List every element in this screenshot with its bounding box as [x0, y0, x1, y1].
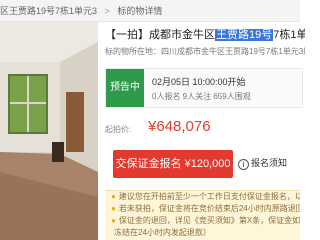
auction-status-panel: 预告中 02月05日 10:00:00开始 0人报名 9人关注 659人围观 — [105, 68, 303, 108]
auction-start-time: 02月05日 10:00:00开始 — [152, 77, 246, 87]
signup-notice-label: 报名须知 — [251, 158, 288, 168]
deposit-signup-button[interactable]: 交保证金报名 ¥120,000 — [113, 150, 233, 178]
notice-line: ● 建议您在开拍前至少一个工作日支付保证金报名，以免 — [105, 191, 300, 203]
title-highlight: 王贾路19号 — [215, 29, 274, 41]
starting-price-label: 起拍价: — [105, 125, 132, 134]
title-suffix: 7栋1单元3层3 — [273, 29, 305, 41]
notice-box: ● 建议您在开拍前至少一个工作日支付保证金报名，以免 ● 若未获拍，保证金将在竞价结… — [105, 190, 300, 240]
breadcrumb-item-detail[interactable]: 标的物详情 — [117, 0, 162, 21]
notice-line: 冻结在24小时内发起退款） — [105, 227, 300, 239]
notice-line: ● 保证金的退回，详见《竞买须知》第X条，保证金如在 — [105, 215, 300, 227]
participation-counts: 0人报名 9人关注 659人围观 — [152, 92, 251, 101]
breadcrumb: 区王贾路19号7栋1单元3 > 标的物详情 — [0, 0, 300, 22]
listing-address: 标的物所在地：四川成都市金牛区王贾路19号7栋1单元3层302号 — [105, 47, 305, 56]
starting-price-value: ¥648,076 — [148, 118, 211, 135]
title-prefix: 【一拍】成都市金牛区 — [105, 29, 215, 41]
bulb-icon: ● — [111, 204, 116, 213]
notice-text: 建议您在开拍前至少一个工作日支付保证金报名，以免 — [118, 192, 300, 201]
room-interior-image — [0, 22, 98, 240]
property-photo[interactable] — [0, 22, 98, 240]
notice-text: 保证金的退回，详见《竞买须知》第X条，保证金如在 — [118, 216, 300, 225]
bulb-icon: ● — [111, 192, 116, 201]
breadcrumb-item-property[interactable]: 区王贾路19号7栋1单元3 — [0, 0, 97, 21]
notice-text: 若未获拍，保证金将在竞价结束后24小时内原路退回 — [118, 204, 300, 213]
info-circle-icon: i — [238, 159, 249, 170]
status-badge: 预告中 — [106, 69, 144, 107]
bulb-icon: ● — [111, 216, 116, 225]
breadcrumb-separator: > — [104, 6, 110, 16]
listing-title: 【一拍】成都市金牛区王贾路19号7栋1单元3层3 — [105, 28, 305, 42]
notice-text: 冻结在24小时内发起退款） — [114, 228, 211, 237]
notice-line: ● 若未获拍，保证金将在竞价结束后24小时内原路退回 — [105, 203, 300, 215]
signup-notice-link[interactable]: i 报名须知 — [238, 156, 287, 170]
